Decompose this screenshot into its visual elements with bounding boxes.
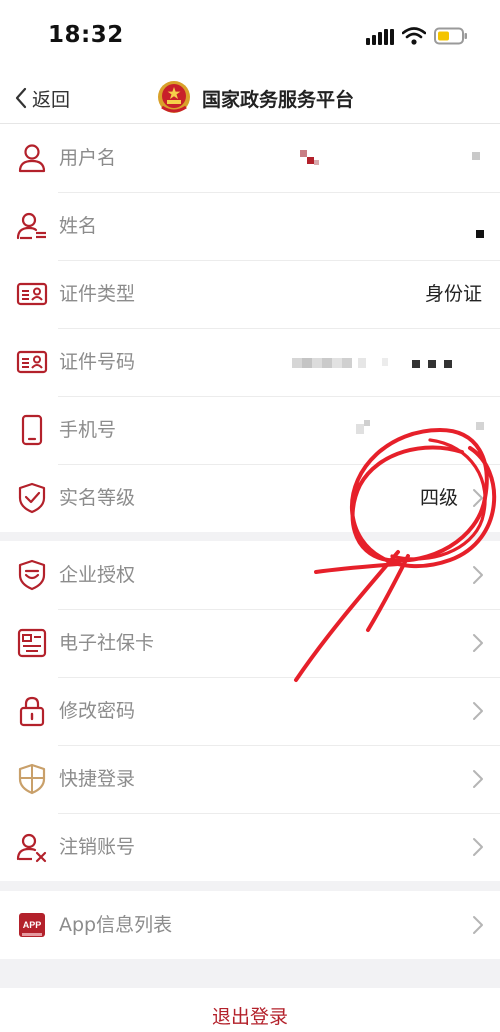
quick-login-label: 快捷登录 xyxy=(59,768,136,790)
user-remove-icon xyxy=(16,831,48,863)
realname-level-row[interactable]: 实名等级 四级 xyxy=(0,464,500,532)
chevron-right-icon xyxy=(472,837,484,857)
chevron-right-icon xyxy=(472,769,484,789)
phone-row: 手机号 xyxy=(0,396,500,464)
phone-icon xyxy=(16,414,48,446)
nav-title-group: 国家政务服务平台 xyxy=(156,74,354,122)
username-label: 用户名 xyxy=(59,147,117,169)
id-type-row: 证件类型 身份证 xyxy=(0,260,500,328)
back-label: 返回 xyxy=(32,88,71,111)
name-label: 姓名 xyxy=(59,215,98,237)
cancel-account-label: 注销账号 xyxy=(59,836,136,858)
chevron-left-icon xyxy=(15,87,27,109)
social-card-label: 电子社保卡 xyxy=(59,632,155,654)
id-number-row: 证件号码 xyxy=(0,328,500,396)
name-masked-value xyxy=(476,230,486,240)
username-masked-value xyxy=(300,150,500,170)
back-button[interactable]: 返回 xyxy=(14,80,70,116)
name-row: 姓名 xyxy=(0,192,500,260)
enterprise-auth-label: 企业授权 xyxy=(59,564,136,586)
phone-masked-value xyxy=(356,420,496,440)
chevron-right-icon xyxy=(472,633,484,653)
profile-info-group: 用户名 姓名 证件类型 身份证 证件号码 手机号 实名等级 四级 xyxy=(0,124,500,532)
id-type-label: 证件类型 xyxy=(59,283,136,305)
change-password-row[interactable]: 修改密码 xyxy=(0,677,500,745)
app-badge-text: APP xyxy=(23,920,42,930)
id-card-icon xyxy=(16,278,48,310)
realname-level-label: 实名等级 xyxy=(59,487,136,509)
username-row: 用户名 xyxy=(0,124,500,192)
quick-login-row[interactable]: 快捷登录 xyxy=(0,745,500,813)
chevron-right-icon xyxy=(472,488,484,508)
id-number-masked-value xyxy=(292,356,492,372)
status-bar: 18:32 xyxy=(0,0,500,72)
chevron-right-icon xyxy=(472,915,484,935)
change-password-label: 修改密码 xyxy=(59,700,136,722)
app-info-group: APP App信息列表 xyxy=(0,891,500,959)
chevron-right-icon xyxy=(472,701,484,721)
wifi-icon xyxy=(402,27,426,45)
logout-label: 退出登录 xyxy=(211,1006,288,1028)
lock-icon xyxy=(16,695,48,727)
app-info-row[interactable]: APP App信息列表 xyxy=(0,891,500,959)
account-settings-screen: 18:32 返回 国家政务服务平台 用户名 姓名 证件类型 身份证 证件号码 手… xyxy=(0,0,500,1032)
id-type-value: 身份证 xyxy=(424,283,482,305)
shield-check-icon xyxy=(16,482,48,514)
national-emblem-icon xyxy=(158,81,190,113)
logout-button[interactable]: 退出登录 xyxy=(0,988,500,1032)
phone-label: 手机号 xyxy=(59,419,117,441)
nav-bar: 返回 国家政务服务平台 xyxy=(0,72,500,124)
settings-group: 企业授权 电子社保卡 修改密码 快捷登录 注销账号 xyxy=(0,541,500,881)
chevron-right-icon xyxy=(472,565,484,585)
app-badge-icon: APP xyxy=(16,909,48,941)
cancel-account-row[interactable]: 注销账号 xyxy=(0,813,500,881)
user-icon xyxy=(16,142,48,174)
signal-icon xyxy=(366,29,394,45)
app-info-label: App信息列表 xyxy=(59,914,173,936)
enterprise-auth-row[interactable]: 企业授权 xyxy=(0,541,500,609)
page-title: 国家政务服务平台 xyxy=(202,88,355,111)
realname-level-value: 四级 xyxy=(419,487,458,509)
social-security-card-icon xyxy=(16,627,48,659)
battery-icon xyxy=(434,27,467,45)
id-card-icon xyxy=(16,346,48,378)
social-card-row[interactable]: 电子社保卡 xyxy=(0,609,500,677)
user-card-icon xyxy=(16,210,48,242)
id-number-label: 证件号码 xyxy=(59,351,136,373)
status-time: 18:32 xyxy=(48,22,124,48)
shield-icon xyxy=(16,763,48,795)
shield-check-icon xyxy=(16,559,48,591)
status-icons xyxy=(366,26,468,46)
